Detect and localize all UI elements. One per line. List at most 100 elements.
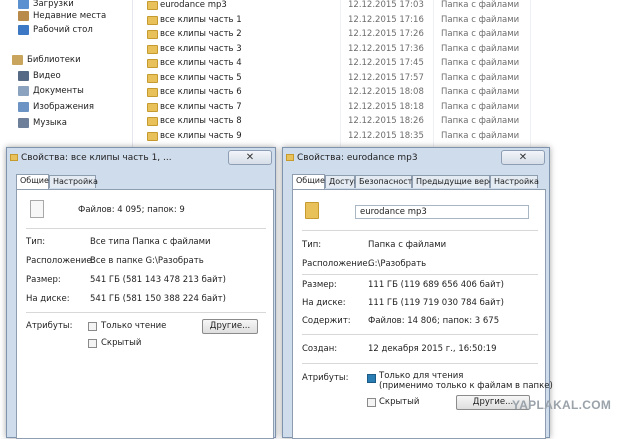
file-name: все клипы часть 8 [160, 116, 242, 126]
sidebar-item-label: Музыка [33, 118, 67, 128]
folder-icon [147, 88, 158, 97]
sidebar-item-label: Загрузки [33, 0, 74, 9]
multiple-files-icon [30, 200, 44, 218]
file-name: все клипы часть 4 [160, 58, 242, 68]
desktop-icon [18, 25, 29, 35]
file-date: 12.12.2015 18:26 [348, 116, 424, 126]
sidebar-item-pictures[interactable]: Изображения [18, 100, 94, 114]
file-type: Папка с файлами [441, 0, 520, 10]
file-type: Папка с файлами [441, 116, 520, 126]
folder-icon [305, 202, 319, 219]
file-type: Папка с файлами [441, 101, 520, 112]
close-button[interactable]: ✕ [501, 150, 545, 165]
list-item[interactable]: все клипы часть 2 12.12.2015 17:26 Папка… [140, 28, 640, 42]
tab-sharing[interactable]: Доступ [325, 175, 359, 188]
close-button[interactable]: ✕ [228, 150, 272, 165]
file-date: 12.12.2015 18:08 [348, 87, 424, 97]
pictures-library-icon [18, 102, 29, 112]
list-item[interactable]: все клипы часть 4 12.12.2015 17:45 Папка… [140, 57, 640, 71]
tab-previous-versions[interactable]: Предыдущие версии [412, 175, 504, 188]
file-type: Папка с файлами [441, 58, 520, 68]
contains-label: Содержит: [302, 316, 351, 326]
folder-icon [147, 30, 158, 39]
tab-customize[interactable]: Настройка [490, 175, 539, 188]
file-date: 12.12.2015 17:57 [348, 72, 424, 83]
file-date: 12.12.2015 17:45 [348, 58, 424, 68]
libraries-icon [12, 55, 23, 65]
sidebar-item-music[interactable]: Музыка [18, 116, 67, 130]
tab-general[interactable]: Общие [292, 174, 325, 189]
window-icon [286, 154, 294, 161]
list-item[interactable]: все клипы часть 9 12.12.2015 18:35 Папка… [140, 130, 640, 144]
list-item[interactable]: все клипы часть 1 12.12.2015 17:16 Папка… [140, 14, 640, 28]
file-date: 12.12.2015 17:36 [348, 43, 424, 54]
file-type: Папка с файлами [441, 14, 520, 25]
file-date: 12.12.2015 18:35 [348, 130, 424, 141]
close-icon: ✕ [245, 152, 255, 163]
pane-divider [132, 0, 133, 150]
sidebar-item-documents[interactable]: Документы [18, 84, 84, 98]
disk-size-label: На диске: [302, 298, 346, 308]
folder-icon [147, 44, 158, 54]
sidebar-item-desktop[interactable]: Рабочий стол [18, 23, 93, 37]
folder-name-input[interactable]: eurodance mp3 [355, 205, 529, 219]
folder-icon [147, 1, 158, 10]
dialog-title: Свойства: все клипы часть 1, ... [21, 153, 172, 163]
divider [302, 334, 538, 335]
file-date: 12.12.2015 18:18 [348, 101, 424, 112]
disk-size-value: 541 ГБ (581 150 388 224 байт) [90, 294, 226, 304]
sidebar-item-libraries[interactable]: Библиотеки [12, 53, 81, 67]
hidden-checkbox[interactable] [88, 339, 97, 348]
list-item[interactable]: все клипы часть 5 12.12.2015 17:57 Папка… [140, 72, 640, 86]
tab-customize[interactable]: Настройка [49, 175, 98, 188]
readonly-checkbox[interactable] [88, 322, 97, 331]
contains-value: Файлов: 14 806; папок: 3 675 [368, 316, 500, 326]
properties-dialog-eurodance: Свойства: eurodance mp3 ✕ Общие Доступ Б… [282, 147, 553, 439]
file-type: Папка с файлами [441, 72, 520, 83]
attributes-label: Атрибуты: [302, 373, 349, 383]
sidebar-item-label: Изображения [33, 102, 95, 112]
list-item[interactable]: все клипы часть 3 12.12.2015 17:36 Папка… [140, 43, 640, 57]
tab-security[interactable]: Безопасность [355, 175, 417, 188]
hidden-label: Скрытый [379, 397, 420, 407]
size-value: 541 ГБ (581 143 478 213 байт) [90, 275, 226, 285]
watermark: YAPLAKAL.COM [512, 398, 612, 412]
hidden-checkbox[interactable] [367, 398, 376, 407]
sidebar-item-recent-places[interactable]: Недавние места [18, 9, 106, 23]
readonly-label: Только чтение [101, 321, 167, 331]
size-label: Размер: [26, 275, 61, 285]
file-name: все клипы часть 3 [160, 43, 242, 54]
list-item[interactable]: все клипы часть 8 12.12.2015 18:26 Папка… [140, 115, 640, 129]
type-label: Тип: [26, 237, 46, 247]
file-date: 12.12.2015 17:03 [348, 0, 424, 10]
file-name: все клипы часть 6 [160, 87, 242, 97]
sidebar-item-label: Библиотеки [27, 55, 81, 65]
folder-icon [147, 73, 158, 83]
advanced-button[interactable]: Другие... [202, 319, 258, 334]
navigation-pane: Загрузки Недавние места Рабочий стол Биб… [0, 0, 132, 150]
hidden-label: Скрытый [101, 338, 142, 348]
attributes-label: Атрибуты: [26, 321, 73, 331]
readonly-checkbox[interactable] [367, 374, 376, 383]
selection-summary: Файлов: 4 095; папок: 9 [78, 205, 185, 215]
created-value: 12 декабря 2015 г., 16:50:19 [368, 344, 497, 354]
divider [302, 230, 538, 231]
tab-general[interactable]: Общие [16, 174, 49, 189]
divider [302, 274, 538, 275]
file-name: все клипы часть 1 [160, 14, 242, 25]
file-type: Папка с файлами [441, 130, 520, 141]
sidebar-item-label: Недавние места [33, 11, 107, 21]
size-value: 111 ГБ (119 689 656 406 байт) [368, 280, 504, 290]
disk-size-value: 111 ГБ (119 719 030 784 байт) [368, 298, 504, 308]
readonly-note: (применимо только к файлам в папке) [379, 381, 553, 391]
file-name: eurodance mp3 [160, 0, 227, 10]
folder-icon [147, 102, 158, 112]
sidebar-item-video[interactable]: Видео [18, 69, 61, 83]
divider [26, 228, 266, 229]
list-item[interactable]: все клипы часть 6 12.12.2015 18:08 Папка… [140, 86, 640, 100]
list-item[interactable]: все клипы часть 7 12.12.2015 18:18 Папка… [140, 101, 640, 115]
list-item[interactable]: eurodance mp3 12.12.2015 17:03 Папка с ф… [140, 0, 640, 13]
type-label: Тип: [302, 240, 322, 250]
type-value: Папка с файлами [368, 240, 447, 250]
video-library-icon [18, 71, 29, 81]
